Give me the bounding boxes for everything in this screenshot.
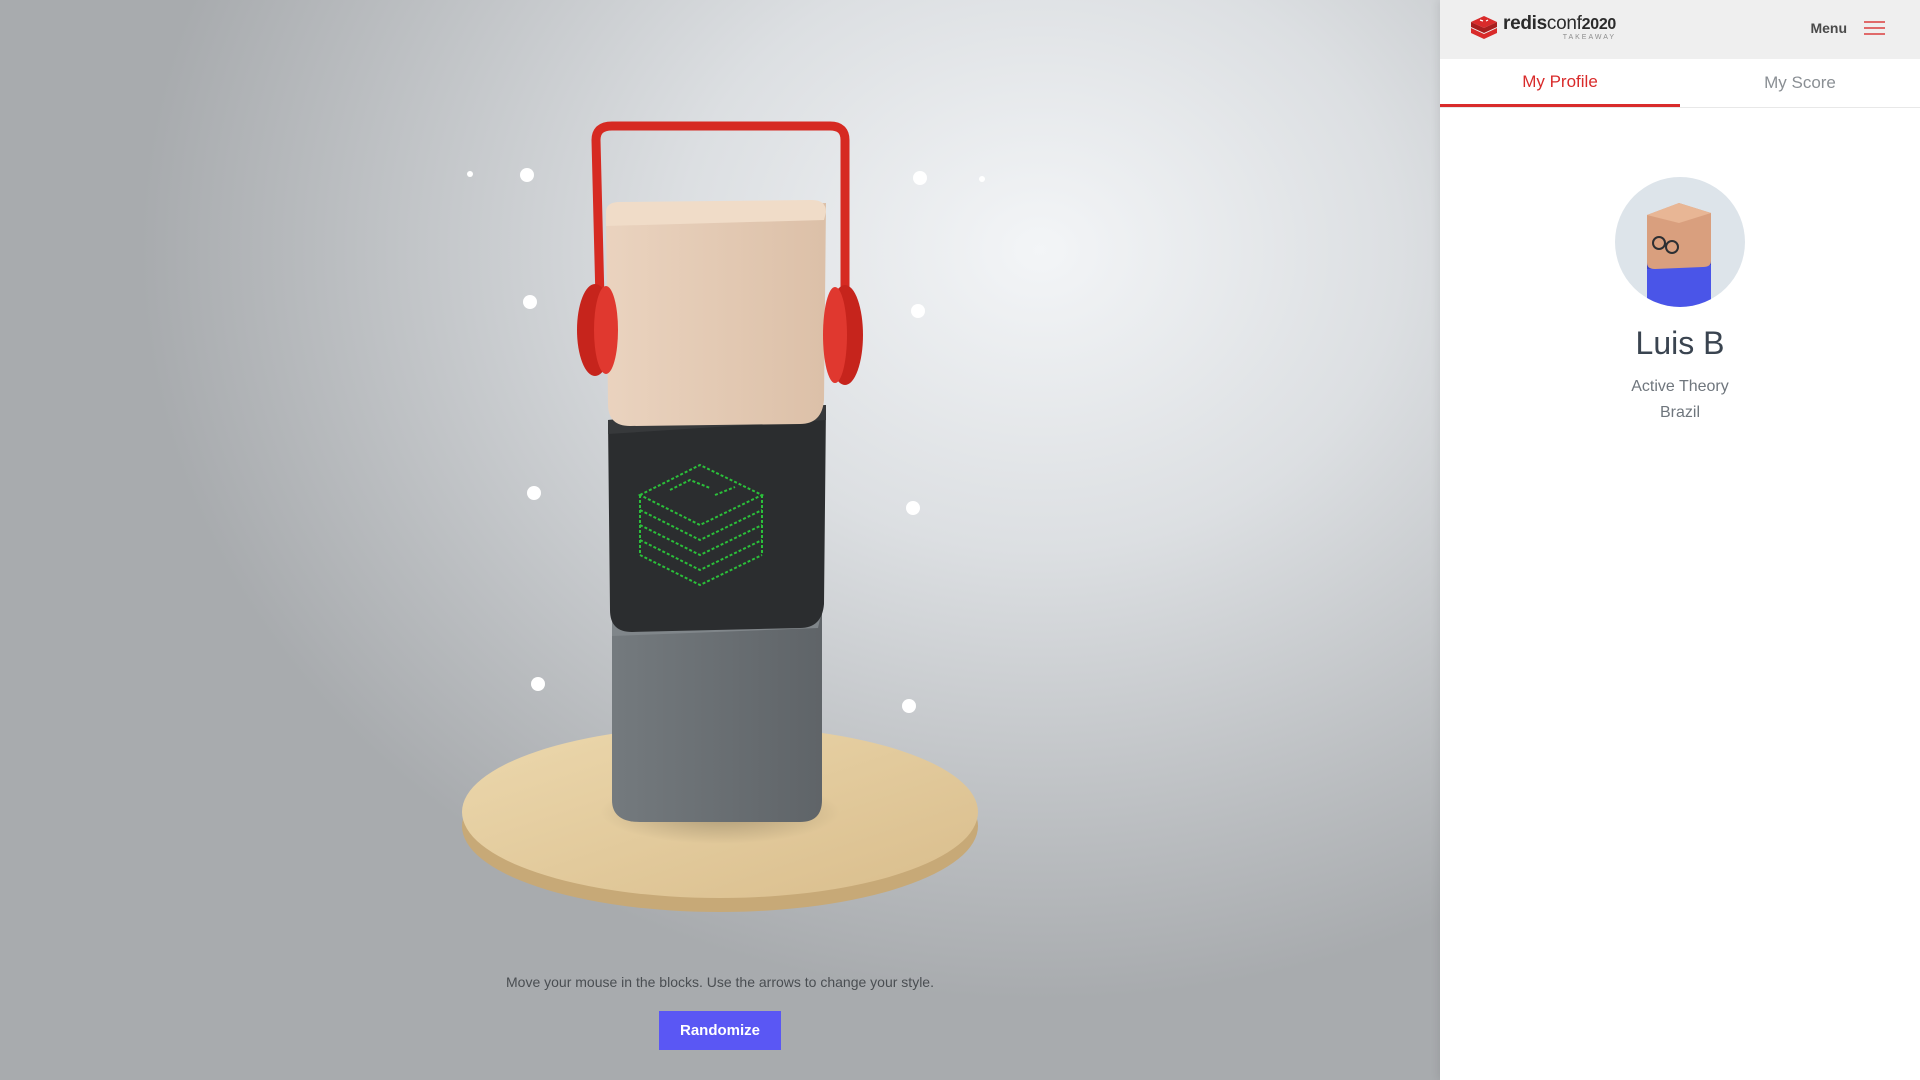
profile-name: Luis B bbox=[1635, 325, 1725, 361]
profile-tabs: My Profile My Score bbox=[1440, 59, 1920, 108]
profile-company: Active Theory bbox=[1631, 378, 1729, 395]
profile-country: Brazil bbox=[1659, 404, 1700, 421]
avatar-figure-icon bbox=[1647, 203, 1711, 307]
hamburger-icon bbox=[1864, 21, 1885, 35]
gray-body-block bbox=[612, 610, 822, 822]
instruction-text: Move your mouse in the blocks. Use the a… bbox=[506, 974, 934, 990]
logo-conf: conf bbox=[1546, 13, 1582, 34]
redisconf-logo[interactable]: redisconf2020 TAKEAWAY bbox=[1469, 14, 1616, 41]
head-block bbox=[606, 200, 826, 426]
menu-button[interactable]: Menu bbox=[1810, 20, 1885, 36]
redis-logo-icon bbox=[1471, 16, 1497, 39]
tab-my-profile[interactable]: My Profile bbox=[1440, 59, 1680, 107]
tab-my-score[interactable]: My Score bbox=[1680, 59, 1920, 107]
randomize-button[interactable]: Randomize bbox=[659, 1011, 781, 1050]
avatar-builder-scene[interactable]: Move your mouse in the blocks. Use the a… bbox=[0, 0, 1440, 1080]
logo-subtitle: TAKEAWAY bbox=[1562, 34, 1617, 41]
logo-brand: redis bbox=[1503, 13, 1547, 34]
top-bar: redisconf2020 TAKEAWAY Menu bbox=[1440, 0, 1920, 59]
dark-torso-block bbox=[608, 405, 826, 632]
menu-label: Menu bbox=[1810, 20, 1847, 36]
avatar bbox=[1615, 177, 1745, 307]
avatar-3d-model[interactable] bbox=[0, 0, 1440, 1080]
profile-panel: redisconf2020 TAKEAWAY Menu My Profile M… bbox=[1440, 0, 1920, 1080]
logo-year: 2020 bbox=[1581, 16, 1617, 33]
